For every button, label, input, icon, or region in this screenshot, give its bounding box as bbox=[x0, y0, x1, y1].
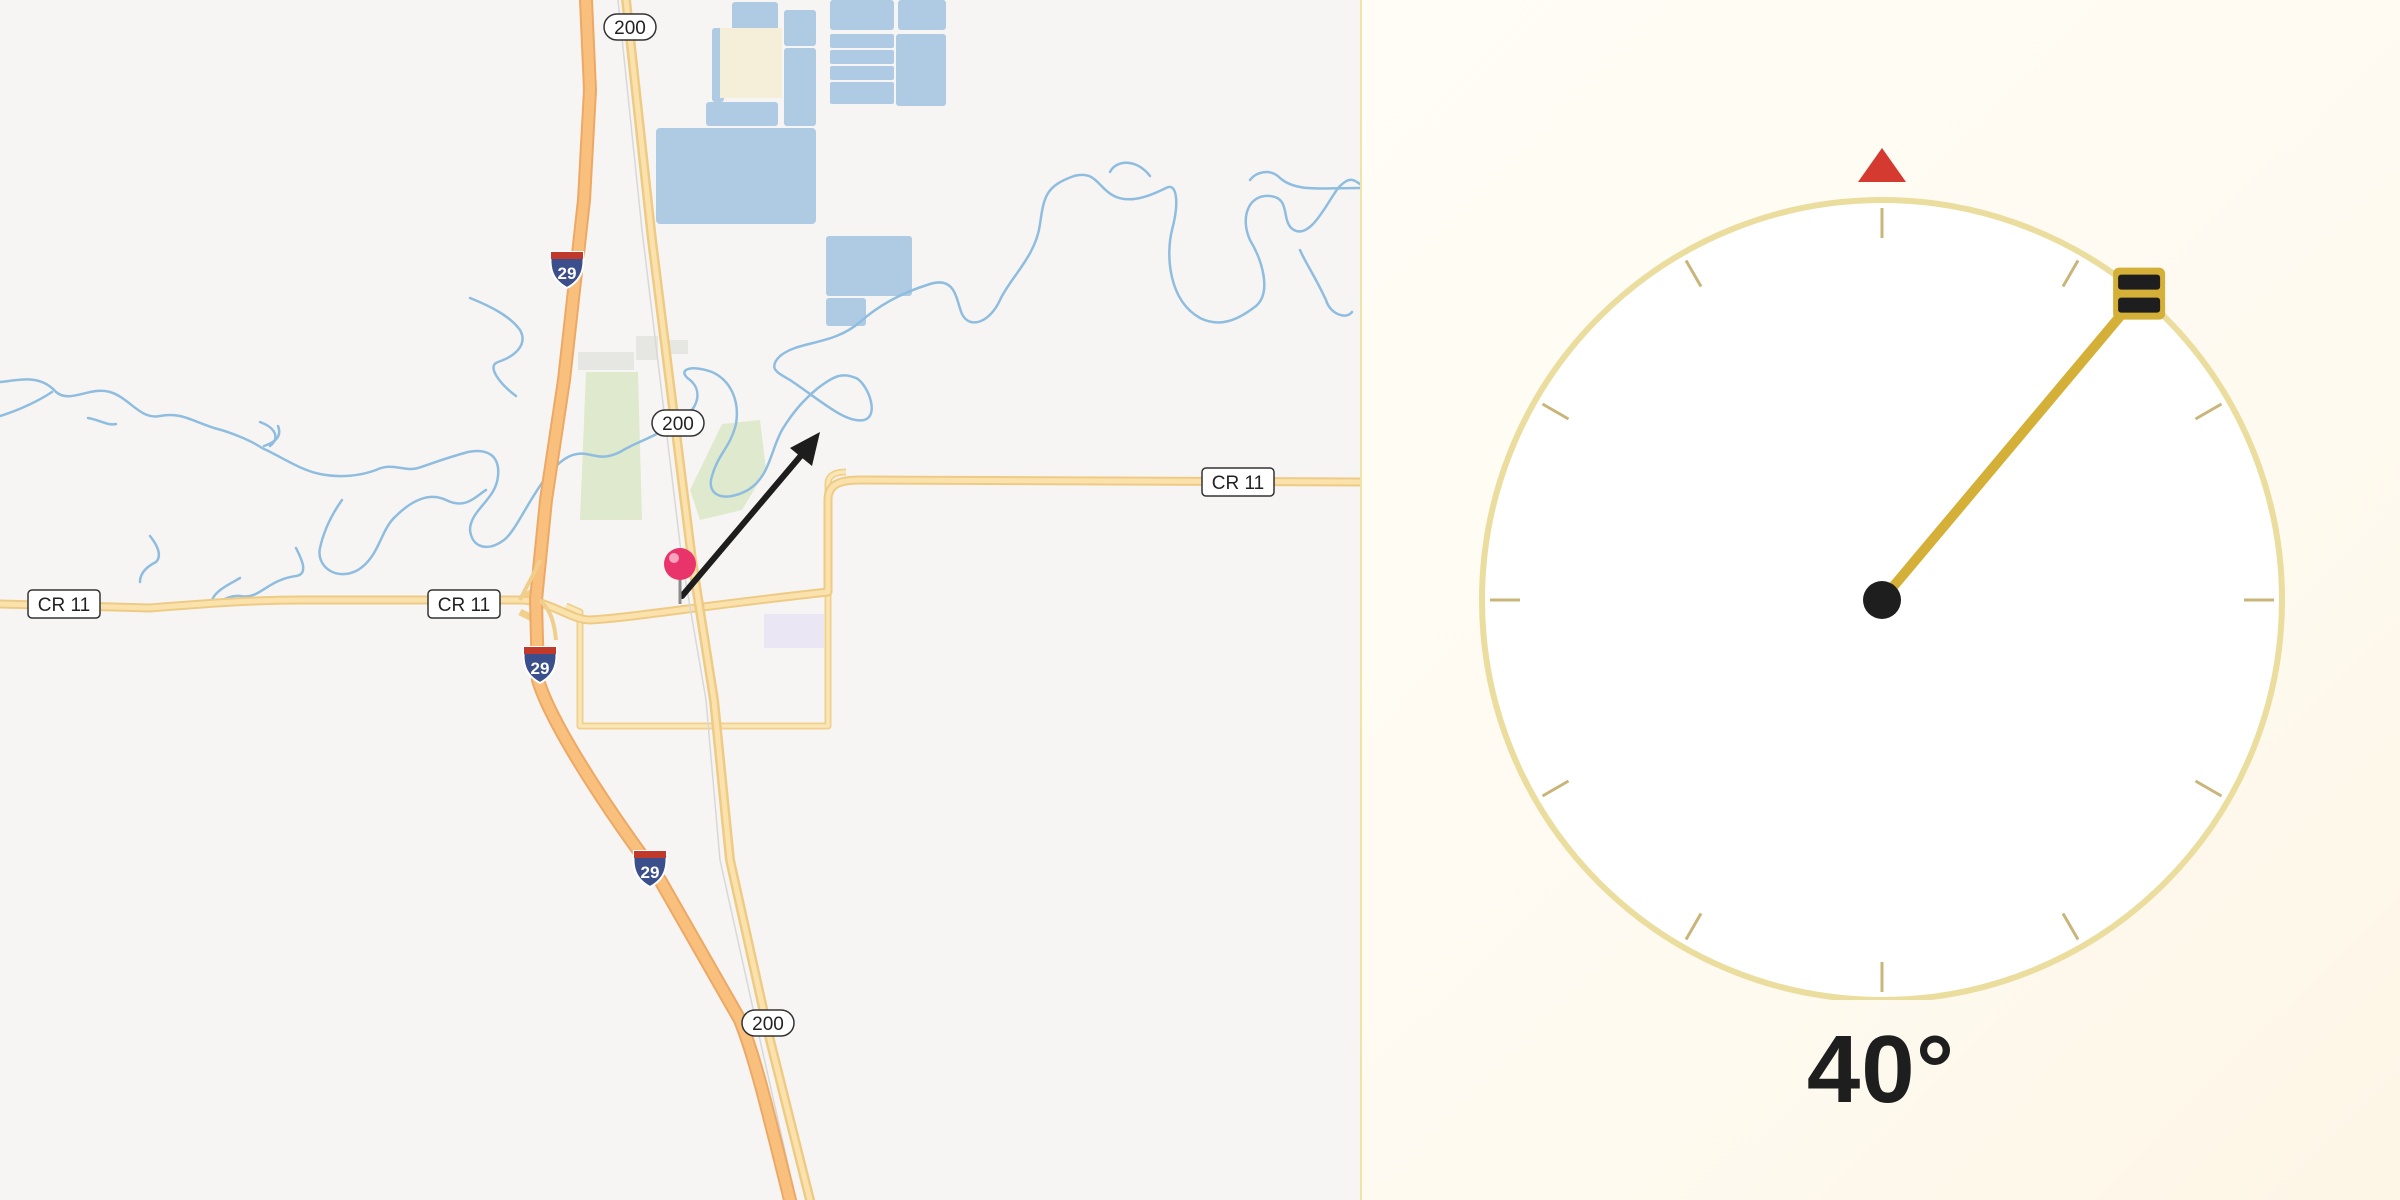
svg-text:29: 29 bbox=[558, 264, 577, 283]
water-bodies bbox=[656, 0, 946, 326]
compass-dial bbox=[1479, 148, 2285, 1000]
map-canvas[interactable]: CR 11 CR 11 CR 11 200 200 200 29 29 29 bbox=[0, 0, 1360, 1200]
route-label-cr11-right: CR 11 bbox=[1201, 467, 1275, 497]
route-label-cr11-left: CR 11 bbox=[27, 589, 101, 619]
svg-text:CR 11: CR 11 bbox=[438, 595, 490, 616]
industrial-area bbox=[720, 28, 782, 98]
route-shield-200-top: 200 bbox=[603, 13, 657, 41]
route-shield-200-mid: 200 bbox=[651, 409, 705, 437]
heading-readout: 40° bbox=[1806, 1016, 1956, 1123]
svg-text:29: 29 bbox=[641, 863, 660, 882]
route-shield-200-bottom: 200 bbox=[741, 1009, 795, 1037]
svg-text:CR 11: CR 11 bbox=[1212, 473, 1264, 494]
compass-panel: 40° bbox=[1362, 0, 2400, 1200]
route-label-cr11-mid: CR 11 bbox=[427, 589, 501, 619]
svg-text:29: 29 bbox=[531, 659, 550, 678]
compass-center-pivot bbox=[1863, 581, 1901, 619]
interstate-shield-29-mid: 29 bbox=[522, 646, 558, 685]
svg-text:200: 200 bbox=[614, 18, 646, 39]
north-triangle-icon bbox=[1858, 148, 1906, 182]
map-view[interactable]: CR 11 CR 11 CR 11 200 200 200 29 29 29 bbox=[0, 0, 1360, 1200]
svg-text:200: 200 bbox=[662, 414, 694, 435]
svg-text:CR 11: CR 11 bbox=[38, 595, 90, 616]
svg-text:200: 200 bbox=[752, 1014, 784, 1035]
